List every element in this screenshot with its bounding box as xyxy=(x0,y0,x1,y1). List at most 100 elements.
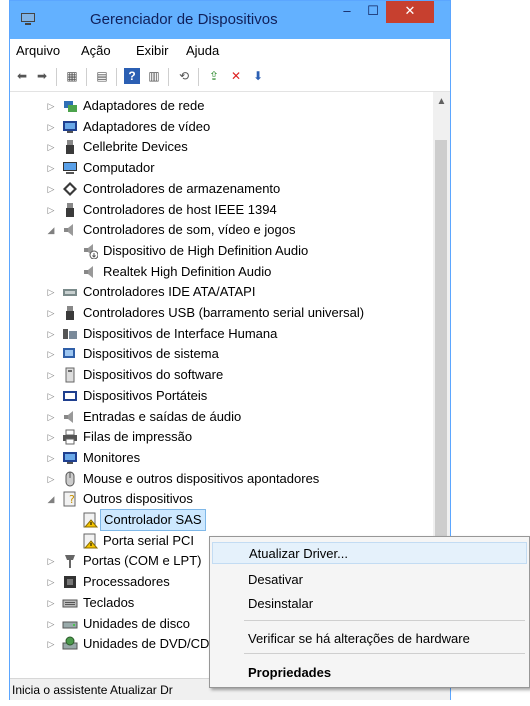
expand-arrow-icon[interactable]: ▷ xyxy=(46,179,56,199)
disable-icon[interactable]: ⬇ xyxy=(250,68,266,84)
toolbar-separator xyxy=(56,68,57,86)
expand-arrow-icon[interactable]: ▷ xyxy=(46,303,56,323)
tree-category[interactable]: ▷ Entradas e saídas de áudio xyxy=(10,407,433,427)
context-menu-item[interactable]: Propriedades xyxy=(212,662,527,684)
tree-item-label: Controladores de host IEEE 1394 xyxy=(83,201,277,217)
tree-category[interactable]: ▷ Adaptadores de rede xyxy=(10,96,433,116)
expand-arrow-icon[interactable]: ▷ xyxy=(46,365,56,385)
properties-icon[interactable]: ▤ xyxy=(94,68,110,84)
tree-category[interactable]: ▷ Dispositivos de sistema xyxy=(10,344,433,364)
expand-arrow-icon[interactable]: ▷ xyxy=(46,158,56,178)
usb-device-icon xyxy=(66,140,74,155)
tree-category[interactable]: ▷ Filas de impressão xyxy=(10,427,433,447)
menu-ajuda[interactable]: Ajuda xyxy=(186,43,219,58)
tree-category[interactable]: ▷ Controladores de armazenamento xyxy=(10,179,433,199)
back-icon[interactable]: ⬅ xyxy=(14,68,30,84)
menu-exibir[interactable]: Exibir xyxy=(136,43,169,58)
context-menu-separator xyxy=(244,653,525,654)
tree-device[interactable]: Dispositivo de High Definition Audio xyxy=(10,241,433,261)
expand-arrow-icon[interactable]: ▷ xyxy=(46,427,56,447)
tree-item-label: Porta serial PCI xyxy=(103,532,195,548)
expand-arrow-icon[interactable]: ▷ xyxy=(46,96,56,116)
tree-item-label: Adaptadores de vídeo xyxy=(83,118,211,134)
collapse-arrow-icon[interactable]: ◢ xyxy=(46,489,56,509)
context-menu-item[interactable]: Desinstalar xyxy=(212,593,527,615)
unknown-device-icon: ? xyxy=(63,491,76,507)
grid-icon[interactable]: ▦ xyxy=(64,68,80,84)
hid-icon xyxy=(63,328,77,339)
tree-device[interactable]: Controlador SAS xyxy=(10,509,433,531)
tree-item-label: Processadores xyxy=(83,574,170,590)
expand-arrow-icon[interactable]: ▷ xyxy=(46,344,56,364)
tree-category[interactable]: ▷ Controladores USB (barramento serial un… xyxy=(10,303,433,323)
toolbar-separator xyxy=(116,68,117,86)
maximize-button[interactable]: ☐ xyxy=(360,1,386,23)
menu-bar: Arquivo Ação Exibir Ajuda xyxy=(10,39,450,63)
expand-arrow-icon[interactable]: ▷ xyxy=(46,200,56,220)
dvd-icon xyxy=(62,636,78,650)
expand-arrow-icon[interactable]: ▷ xyxy=(46,469,56,489)
forward-icon[interactable]: ➡ xyxy=(34,68,50,84)
tree-item-label: Filas de impressão xyxy=(83,429,193,445)
expand-arrow-icon[interactable]: ▷ xyxy=(46,137,56,157)
scan-hardware-icon[interactable]: ⟲ xyxy=(176,68,192,84)
tree-category[interactable]: ▷ Dispositivos do software xyxy=(10,365,433,385)
tree-category[interactable]: ▷ Mouse e outros dispositivos apontadores xyxy=(10,469,433,489)
tree-category[interactable]: ▷ Adaptadores de vídeo xyxy=(10,117,433,137)
tree-category[interactable]: ▷ Computador xyxy=(10,158,433,178)
expand-arrow-icon[interactable]: ▷ xyxy=(46,117,56,137)
context-menu-item[interactable]: Atualizar Driver... xyxy=(212,542,527,564)
context-menu-item[interactable]: Desativar xyxy=(212,569,527,591)
expand-arrow-icon[interactable]: ▷ xyxy=(46,634,56,654)
speaker-icon xyxy=(84,265,93,278)
expand-arrow-icon[interactable]: ▷ xyxy=(46,407,56,427)
expand-arrow-icon[interactable]: ▷ xyxy=(46,386,56,406)
window-title: Gerenciador de Dispositivos xyxy=(90,11,278,28)
close-button[interactable]: ✕ xyxy=(386,1,434,23)
processor-icon xyxy=(64,576,76,589)
tree-item-label: Realtek High Definition Audio xyxy=(103,263,272,279)
menu-arquivo[interactable]: Arquivo xyxy=(16,43,60,58)
expand-arrow-icon[interactable]: ▷ xyxy=(46,551,56,571)
warning-device-icon xyxy=(83,533,98,549)
uninstall-icon[interactable]: ✕ xyxy=(228,68,244,84)
expand-arrow-icon[interactable]: ▷ xyxy=(46,572,56,592)
update-driver-icon[interactable]: ⇪ xyxy=(206,68,222,84)
expand-arrow-icon[interactable]: ▷ xyxy=(46,614,56,634)
tree-device[interactable]: Realtek High Definition Audio xyxy=(10,262,433,282)
context-menu-separator xyxy=(244,620,525,621)
tree-category[interactable]: ▷ Controladores IDE ATA/ATAPI xyxy=(10,282,433,302)
storage-controller-icon xyxy=(63,181,77,196)
tree-category[interactable]: ▷ Dispositivos de Interface Humana xyxy=(10,324,433,344)
tree-category[interactable]: ◢? Outros dispositivos xyxy=(10,489,433,509)
tree-category[interactable]: ▷ Dispositivos Portáteis xyxy=(10,386,433,406)
collapse-arrow-icon[interactable]: ◢ xyxy=(46,220,56,240)
title-bar[interactable]: Gerenciador de Dispositivos – ☐ ✕ xyxy=(10,1,450,39)
speaker-warning-icon xyxy=(84,243,98,259)
keyboard-icon xyxy=(62,599,78,608)
disk-icon xyxy=(62,621,78,628)
tree-category[interactable]: ▷ Controladores de host IEEE 1394 xyxy=(10,200,433,220)
mouse-icon xyxy=(65,471,75,487)
context-menu-item[interactable]: Verificar se há alterações de hardware xyxy=(212,628,527,650)
minimize-button[interactable]: – xyxy=(334,1,360,23)
tree-category[interactable]: ◢ Controladores de som, vídeo e jogos xyxy=(10,220,433,240)
scroll-up-arrow-icon[interactable]: ▲ xyxy=(433,96,450,107)
tree-category[interactable]: ▷ Cellebrite Devices xyxy=(10,137,433,157)
monitor-icon xyxy=(63,451,77,464)
tree-item-label: Controladores USB (barramento serial uni… xyxy=(83,305,365,320)
toolbar-separator xyxy=(198,68,199,86)
tree-item-label: Dispositivos de Interface Humana xyxy=(83,325,278,341)
expand-arrow-icon[interactable]: ▷ xyxy=(46,324,56,344)
tree-item-label: Adaptadores de rede xyxy=(83,98,205,113)
expand-arrow-icon[interactable]: ▷ xyxy=(46,593,56,613)
expand-arrow-icon[interactable]: ▷ xyxy=(46,448,56,468)
expand-arrow-icon[interactable]: ▷ xyxy=(46,282,56,302)
view-icon[interactable]: ▥ xyxy=(146,68,162,84)
audio-io-icon xyxy=(64,410,73,423)
help-icon[interactable]: ? xyxy=(124,68,140,84)
tree-item-label: Monitores xyxy=(83,449,141,465)
toolbar-separator xyxy=(86,68,87,86)
menu-acao[interactable]: Ação xyxy=(81,43,111,58)
tree-category[interactable]: ▷ Monitores xyxy=(10,448,433,468)
